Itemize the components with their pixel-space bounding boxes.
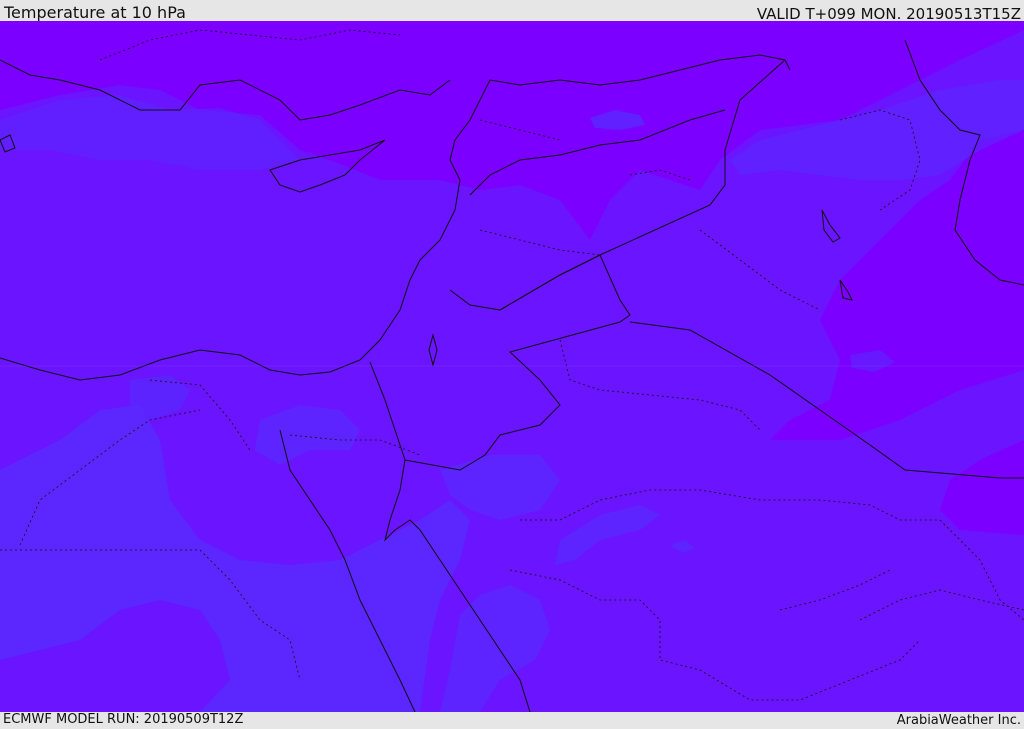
footer-bar: ECMWF MODEL RUN: 20190509T12Z ArabiaWeat… (0, 712, 1024, 729)
map-area[interactable] (0, 21, 1024, 712)
credit-label: ArabiaWeather Inc. (896, 713, 1021, 728)
temperature-map (0, 21, 1024, 712)
header-bar: Temperature at 10 hPa VALID T+099 MON. 2… (0, 0, 1024, 23)
map-title: Temperature at 10 hPa (4, 3, 186, 22)
model-run: ECMWF MODEL RUN: 20190509T12Z (3, 712, 244, 727)
